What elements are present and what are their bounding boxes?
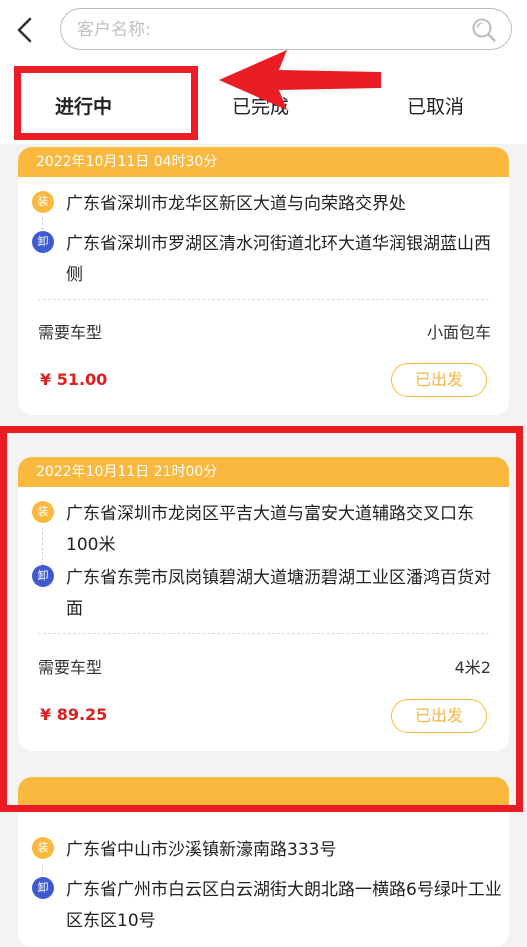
order-card-3[interactable]: 装 广东省中山市沙溪镇新濠南路333号 卸 广东省广州市白云区白云湖街大朗北路一… <box>18 777 509 947</box>
unload-badge-icon: 卸 <box>32 231 54 253</box>
customer-name-search-input[interactable] <box>75 15 459 45</box>
unload-badge-icon: 卸 <box>32 877 54 899</box>
load-badge-icon: 装 <box>32 501 54 523</box>
order-card-1[interactable]: 2022年10月11日 04时30分 装 广东省深圳市龙华区新区大道与向荣路交界… <box>18 147 509 415</box>
order-datetime-header: 2022年10月11日 21时00分 <box>18 457 509 487</box>
order-card-2[interactable]: 2022年10月11日 21时00分 装 广东省深圳市龙岗区平吉大道与富安大道辅… <box>18 457 509 751</box>
status-departed-button[interactable]: 已出发 <box>391 363 487 397</box>
load-address: 广东省中山市沙溪镇新濠南路333号 <box>66 840 337 860</box>
order-price: ¥ 51.00 <box>40 370 108 389</box>
vehicle-type-value: 小面包车 <box>426 323 491 342</box>
back-arrow-icon[interactable] <box>12 14 40 46</box>
order-status-tabs: 进行中 已完成 已取消 <box>0 62 527 144</box>
load-badge-icon: 装 <box>32 837 54 859</box>
search-icon[interactable] <box>471 17 497 43</box>
unload-address: 广东省深圳市罗湖区清水河街道北环大道华润银湖蓝山西侧 <box>66 234 491 285</box>
tab-in-progress[interactable]: 进行中 <box>55 92 112 119</box>
vehicle-type-value: 4米2 <box>454 658 491 677</box>
order-datetime: 2022年10月11日 21时00分 <box>36 464 218 480</box>
load-badge-icon: 装 <box>32 191 54 213</box>
load-address: 广东省深圳市龙岗区平吉大道与富安大道辅路交叉口东100米 <box>66 504 474 555</box>
unload-address: 广东省广州市白云区白云湖街大朗北路一横路6号绿叶工业区东区10号 <box>66 880 502 931</box>
tab-cancelled[interactable]: 已取消 <box>407 92 464 119</box>
status-departed-button[interactable]: 已出发 <box>391 699 487 733</box>
unload-badge-icon: 卸 <box>32 565 54 587</box>
unload-address: 广东省东莞市凤岗镇碧湖大道塘沥碧湖工业区潘鸿百货对面 <box>66 568 491 619</box>
card-divider <box>38 633 489 634</box>
order-datetime-header: 2022年10月11日 04时30分 <box>18 147 509 177</box>
top-bar <box>0 0 527 62</box>
order-datetime: 2022年10月11日 04时30分 <box>36 154 218 170</box>
vehicle-type-label: 需要车型 <box>38 658 103 677</box>
order-datetime-header <box>18 777 509 807</box>
load-address: 广东省深圳市龙华区新区大道与向荣路交界处 <box>66 194 406 214</box>
card-divider <box>38 299 489 300</box>
search-box[interactable] <box>60 8 512 50</box>
order-price: ¥ 89.25 <box>40 705 108 724</box>
vehicle-type-label: 需要车型 <box>38 323 103 342</box>
route-connector <box>42 527 43 565</box>
tab-completed[interactable]: 已完成 <box>232 92 289 119</box>
